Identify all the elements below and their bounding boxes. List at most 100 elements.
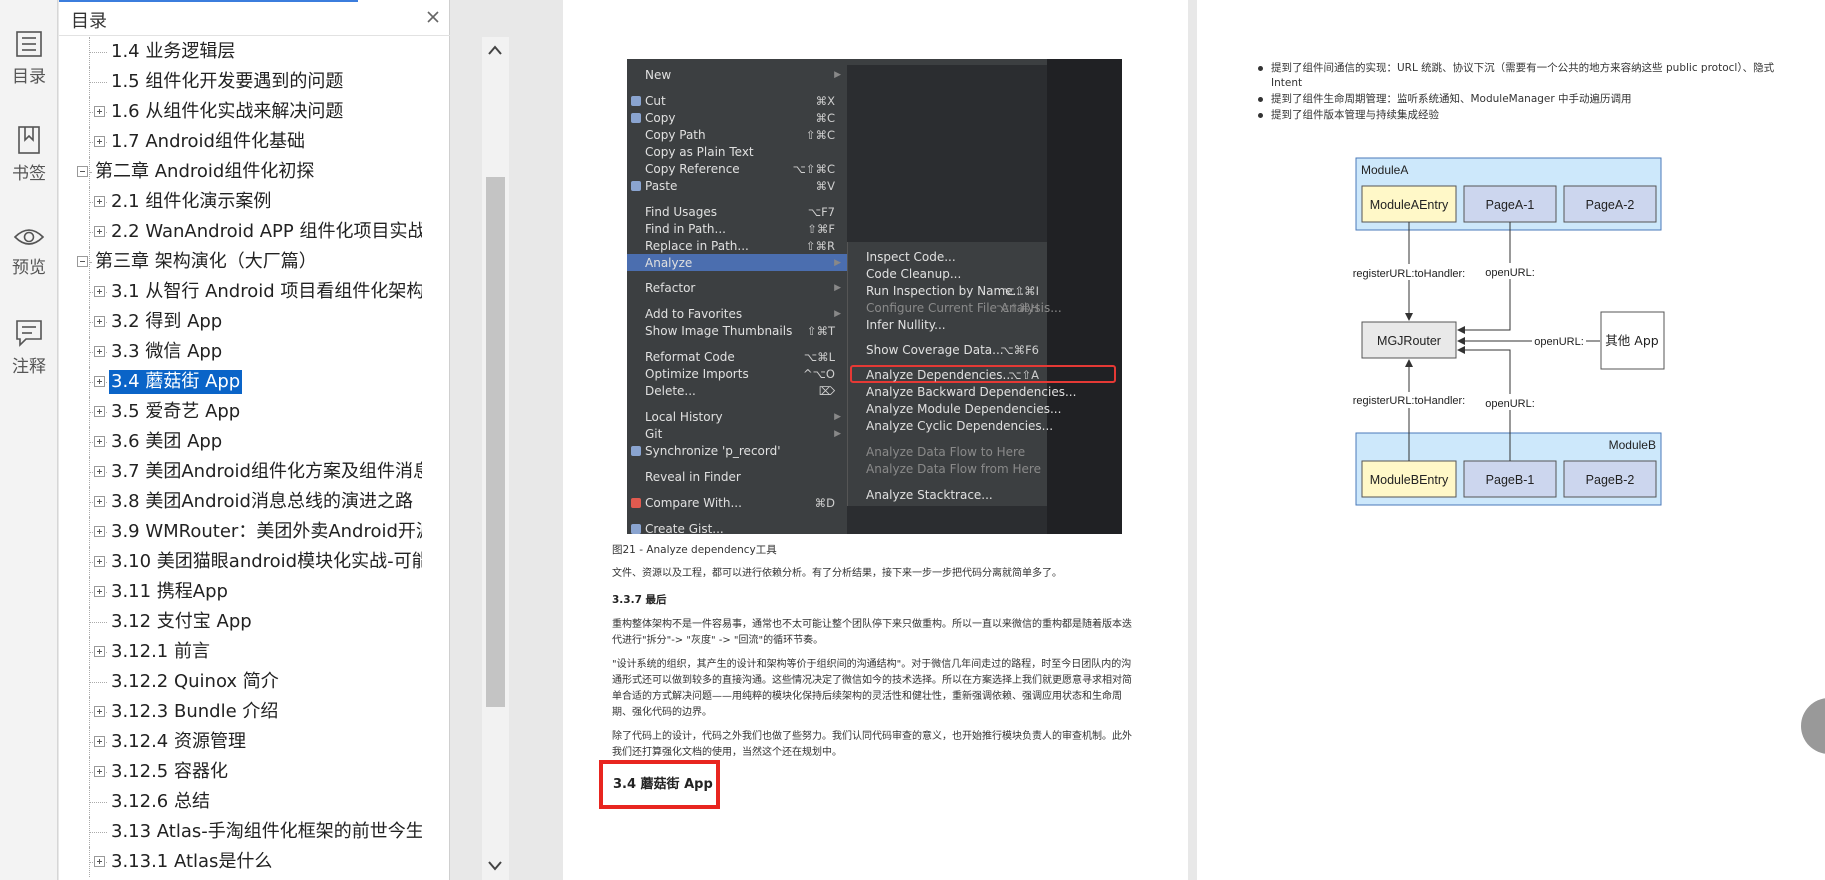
expand-icon[interactable]: [94, 556, 105, 567]
menu-item[interactable]: Synchronize 'p_record': [645, 444, 781, 458]
menu-item[interactable]: Compare With...: [645, 496, 742, 510]
toc-item[interactable]: 3.1 从智行 Android 项目看组件化架构实践: [59, 277, 422, 307]
bookmark-icon: [18, 126, 40, 154]
toc-item[interactable]: 1.5 组件化开发要遇到的问题: [59, 67, 422, 97]
menu-item[interactable]: Local History: [645, 410, 723, 424]
expand-icon[interactable]: [94, 466, 105, 477]
expand-icon[interactable]: [94, 406, 105, 417]
paragraph-1: 文件、资源以及工程，都可以进行依赖分析。有了分析结果，接下来一步一步把代码分离就…: [612, 568, 1062, 579]
menu-item[interactable]: Add to Favorites: [645, 307, 742, 321]
toc-item[interactable]: 3.12 支付宝 App: [59, 607, 422, 637]
submenu-item[interactable]: Analyze Backward Dependencies...: [866, 385, 1076, 399]
submenu-item[interactable]: Analyze Dependencies...: [866, 368, 1014, 382]
menu-item[interactable]: Copy Path: [645, 128, 706, 142]
toc-item[interactable]: 2.1 组件化演示案例: [59, 187, 422, 217]
toc-item[interactable]: 3.11 携程App: [59, 577, 422, 607]
preview-tool-button[interactable]: 预览: [0, 225, 58, 278]
toc-item[interactable]: 3.12.3 Bundle 介绍: [59, 697, 422, 727]
toc-item[interactable]: 3.9 WMRouter：美团外卖Android开源路由框架: [59, 517, 422, 547]
close-icon[interactable]: [422, 6, 444, 28]
expand-icon[interactable]: [94, 436, 105, 447]
menu-item[interactable]: Find Usages: [645, 205, 717, 219]
toc-item[interactable]: 3.12.4 资源管理: [59, 727, 422, 757]
bookmark-tool-label: 书签: [12, 164, 46, 184]
submenu-item[interactable]: Code Cleanup...: [866, 267, 961, 281]
menu-item[interactable]: Find in Path...: [645, 222, 726, 236]
scroll-thumb[interactable]: [486, 177, 505, 707]
menu-item[interactable]: Analyze: [645, 256, 692, 270]
toc-item[interactable]: 3.6 美团 App: [59, 427, 422, 457]
toc-item[interactable]: 3.10 美团猫眼android模块化实战-可能是最详细的: [59, 547, 422, 577]
toc-item-label: 1.6 从组件化实战来解决问题: [111, 101, 344, 122]
chevron-down-icon[interactable]: [486, 859, 504, 873]
menu-item[interactable]: Reveal in Finder: [645, 470, 741, 484]
submenu-item[interactable]: Analyze Module Dependencies...: [866, 402, 1061, 416]
toc-item[interactable]: 第二章 Android组件化初探: [59, 157, 422, 187]
expand-icon[interactable]: [94, 526, 105, 537]
menu-item[interactable]: Cut: [645, 94, 666, 108]
menu-item[interactable]: Create Gist...: [645, 522, 724, 534]
expand-icon[interactable]: [94, 766, 105, 777]
expand-icon[interactable]: [94, 646, 105, 657]
expand-icon[interactable]: [94, 376, 105, 387]
toc-item[interactable]: 3.13.1 Atlas是什么: [59, 847, 422, 877]
toc-item[interactable]: 3.12.2 Quinox 简介: [59, 667, 422, 697]
submenu-item[interactable]: Analyze Cyclic Dependencies...: [866, 419, 1053, 433]
collapse-icon[interactable]: [77, 256, 88, 267]
toc-tool-button[interactable]: 目录: [0, 30, 58, 87]
toc-item[interactable]: 3.8 美团Android消息总线的演进之路: [59, 487, 422, 517]
toc-item[interactable]: 3.7 美团Android组件化方案及组件消息总线: [59, 457, 422, 487]
expand-icon[interactable]: [94, 736, 105, 747]
toc-item[interactable]: 第三章 架构演化（大厂篇）: [59, 247, 422, 277]
toc-item[interactable]: 3.5 爱奇艺 App: [59, 397, 422, 427]
expand-icon[interactable]: [94, 346, 105, 357]
submenu-item[interactable]: Analyze Data Flow to Here: [866, 445, 1025, 459]
toc-item[interactable]: 1.7 Android组件化基础: [59, 127, 422, 157]
expand-icon[interactable]: [94, 226, 105, 237]
expand-icon[interactable]: [94, 136, 105, 147]
expand-icon[interactable]: [94, 106, 105, 117]
notes-tool-button[interactable]: 注释: [0, 318, 58, 377]
menu-item[interactable]: Show Image Thumbnails: [645, 324, 792, 338]
collapse-icon[interactable]: [77, 166, 88, 177]
menu-item[interactable]: Reformat Code: [645, 350, 735, 364]
submenu-shortcut: ⌥⇧⌘I: [1001, 284, 1039, 298]
menu-item[interactable]: New: [645, 68, 671, 82]
toc-item[interactable]: 3.12.6 总结: [59, 787, 422, 817]
toc-item[interactable]: 3.12.1 前言: [59, 637, 422, 667]
expand-icon[interactable]: [94, 706, 105, 717]
submenu-arrow-icon: ▶: [834, 70, 841, 80]
expand-icon[interactable]: [94, 286, 105, 297]
submenu-item[interactable]: Show Coverage Data...: [866, 343, 1004, 357]
submenu-item[interactable]: Inspect Code...: [866, 250, 956, 264]
submenu-item[interactable]: Analyze Data Flow from Here: [866, 462, 1041, 476]
submenu-item[interactable]: Analyze Stacktrace...: [866, 488, 993, 502]
menu-item[interactable]: Git: [645, 427, 662, 441]
expand-icon[interactable]: [94, 856, 105, 867]
toc-item[interactable]: 3.2 得到 App: [59, 307, 422, 337]
toc-item[interactable]: 3.3 微信 App: [59, 337, 422, 367]
submenu-item[interactable]: Infer Nullity...: [866, 318, 946, 332]
toc-item[interactable]: 2.2 WanAndroid APP 组件化项目实战: [59, 217, 422, 247]
menu-item[interactable]: Optimize Imports: [645, 367, 749, 381]
toc-scrollbar[interactable]: [482, 37, 509, 880]
toc-item[interactable]: 1.4 业务逻辑层: [59, 37, 422, 67]
expand-icon[interactable]: [94, 196, 105, 207]
menu-item[interactable]: Copy: [645, 111, 675, 125]
menu-item[interactable]: Copy as Plain Text: [645, 145, 754, 159]
chevron-up-icon[interactable]: [486, 43, 504, 57]
menu-item[interactable]: Delete...: [645, 384, 696, 398]
bookmark-tool-button[interactable]: 书签: [0, 125, 58, 184]
expand-icon[interactable]: [94, 316, 105, 327]
menu-shortcut: ⌘V: [815, 179, 835, 193]
expand-icon[interactable]: [94, 496, 105, 507]
toc-item[interactable]: 3.13 Atlas-手淘组件化框架的前世今生: [59, 817, 422, 847]
toc-item[interactable]: 3.12.5 容器化: [59, 757, 422, 787]
toc-item[interactable]: 1.6 从组件化实战来解决问题: [59, 97, 422, 127]
menu-item[interactable]: Replace in Path...: [645, 239, 749, 253]
menu-item[interactable]: Paste: [645, 179, 677, 193]
menu-item[interactable]: Copy Reference: [645, 162, 740, 176]
toc-item[interactable]: 3.4 蘑菇街 App: [59, 367, 422, 397]
expand-icon[interactable]: [94, 586, 105, 597]
menu-item[interactable]: Refactor: [645, 281, 695, 295]
